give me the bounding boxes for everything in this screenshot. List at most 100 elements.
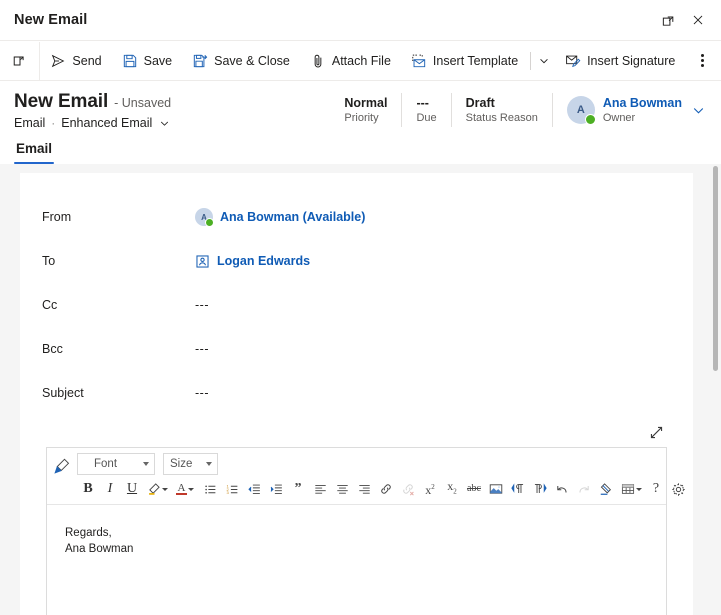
- cc-input[interactable]: ---: [195, 298, 671, 312]
- bold-icon: B: [83, 481, 93, 496]
- vertical-scrollbar[interactable]: [712, 164, 719, 615]
- format-painter-icon[interactable]: [53, 454, 71, 478]
- bold-button[interactable]: B: [77, 478, 99, 500]
- owner-name[interactable]: Ana Bowman: [603, 96, 682, 111]
- field-row-from: From A Ana Bowman (Available): [20, 195, 693, 239]
- subscript-button[interactable]: x2: [441, 478, 463, 500]
- italic-button[interactable]: I: [99, 478, 121, 500]
- tab-strip: Email: [0, 130, 721, 164]
- decrease-indent-button[interactable]: [243, 478, 265, 500]
- attach-file-label: Attach File: [331, 53, 391, 68]
- presence-available-icon: [205, 218, 214, 227]
- align-left-button[interactable]: [309, 478, 331, 500]
- contact-card-icon: [195, 254, 210, 269]
- paperclip-icon: [310, 53, 326, 69]
- increase-indent-icon: [270, 483, 283, 496]
- from-value[interactable]: A Ana Bowman (Available): [195, 208, 671, 227]
- window-title: New Email: [14, 12, 88, 28]
- record-header: New Email - Unsaved Email · Enhanced Ema…: [0, 81, 721, 130]
- close-icon[interactable]: [683, 6, 713, 34]
- scrollbar-thumb[interactable]: [713, 166, 718, 371]
- chevron-down-icon[interactable]: [533, 42, 555, 80]
- font-color-button[interactable]: A: [171, 478, 199, 500]
- blockquote-button[interactable]: ”: [287, 478, 309, 500]
- bcc-label: Bcc: [42, 342, 63, 356]
- owner-field[interactable]: A Ana Bowman Owner: [553, 96, 707, 125]
- send-icon: [50, 53, 66, 69]
- redo-button[interactable]: [573, 478, 595, 500]
- record-title-row: New Email - Unsaved: [14, 91, 171, 113]
- clear-formatting-button[interactable]: [595, 478, 617, 500]
- editor-expand-row: [20, 415, 693, 447]
- subject-input[interactable]: ---: [195, 386, 671, 400]
- strikethrough-button[interactable]: abc: [463, 478, 485, 500]
- link-icon: [379, 482, 393, 496]
- numbered-list-button[interactable]: 1 2 3: [221, 478, 243, 500]
- font-size-select[interactable]: Size: [163, 453, 218, 475]
- attach-file-button[interactable]: Attach File: [300, 42, 401, 80]
- highlight-color-button[interactable]: [143, 478, 171, 500]
- align-center-icon: [336, 483, 349, 496]
- form-canvas: From A Ana Bowman (Available) To Logan E…: [0, 164, 721, 615]
- from-label: From: [42, 210, 72, 224]
- help-icon: ?: [652, 481, 660, 496]
- align-center-button[interactable]: [331, 478, 353, 500]
- to-value[interactable]: Logan Edwards: [195, 254, 671, 269]
- bcc-input[interactable]: ---: [195, 342, 671, 356]
- bulleted-list-button[interactable]: [199, 478, 221, 500]
- unlink-icon: [401, 482, 415, 496]
- insert-image-button[interactable]: [485, 478, 507, 500]
- superscript-icon: x2: [425, 483, 435, 497]
- help-button[interactable]: ?: [645, 478, 667, 500]
- command-separator: [530, 51, 532, 70]
- table-icon: [621, 482, 635, 496]
- chevron-down-icon: [188, 487, 194, 491]
- email-body-input[interactable]: Regards, Ana Bowman: [47, 505, 666, 615]
- email-form-window: New Email Send Save Save & Close Attach …: [0, 0, 721, 615]
- insert-link-button[interactable]: [375, 478, 397, 500]
- ltr-direction-button[interactable]: [507, 478, 529, 500]
- editor-settings-button[interactable]: [667, 478, 689, 500]
- save-and-close-button[interactable]: Save & Close: [182, 42, 300, 80]
- tab-email[interactable]: Email: [14, 141, 55, 164]
- increase-indent-button[interactable]: [265, 478, 287, 500]
- new-window-icon[interactable]: [0, 41, 41, 80]
- insert-signature-icon: [565, 53, 581, 69]
- insert-template-button[interactable]: Insert Template: [401, 42, 528, 80]
- popout-icon[interactable]: [653, 6, 683, 34]
- insert-signature-button[interactable]: Insert Signature: [555, 42, 685, 80]
- breadcrumb-separator: ·: [51, 116, 56, 130]
- form-selector-label[interactable]: Enhanced Email: [61, 116, 152, 130]
- superscript-button[interactable]: x2: [419, 478, 441, 500]
- chevron-down-icon[interactable]: [159, 118, 170, 129]
- save-label: Save: [143, 53, 173, 68]
- font-family-select[interactable]: Font: [77, 453, 155, 475]
- right-to-left-icon: [533, 482, 547, 496]
- field-row-to: To Logan Edwards: [20, 239, 693, 283]
- toolbar-rows: Font Size B I U A 1 2 3 ” x2 x2 abc ?: [77, 453, 689, 500]
- owner-text: Ana Bowman Owner: [603, 96, 682, 125]
- editor-toolbar: Font Size B I U A 1 2 3 ” x2 x2 abc ?: [47, 448, 685, 505]
- toolbar-row-buttons: B I U A 1 2 3 ” x2 x2 abc ?: [77, 478, 689, 500]
- to-recipient-link[interactable]: Logan Edwards: [217, 254, 310, 268]
- more-commands-icon[interactable]: [689, 42, 715, 80]
- remove-link-button[interactable]: [397, 478, 419, 500]
- send-button[interactable]: Send: [40, 42, 111, 80]
- undo-icon: [555, 482, 569, 496]
- rtl-direction-button[interactable]: [529, 478, 551, 500]
- font-color-icon: A: [176, 482, 187, 495]
- save-button[interactable]: Save: [112, 42, 183, 80]
- insert-table-button[interactable]: [617, 478, 645, 500]
- body-line: Regards,: [65, 527, 112, 539]
- image-icon: [489, 482, 503, 496]
- undo-button[interactable]: [551, 478, 573, 500]
- page-title: New Email: [14, 91, 109, 112]
- expand-diagonal-icon[interactable]: [645, 421, 667, 443]
- align-right-button[interactable]: [353, 478, 375, 500]
- chevron-down-icon[interactable]: [692, 104, 705, 117]
- underline-icon: U: [126, 481, 138, 496]
- from-recipient-link[interactable]: Ana Bowman (Available): [220, 210, 365, 224]
- bulleted-list-icon: [204, 483, 217, 496]
- underline-button[interactable]: U: [121, 478, 143, 500]
- field-row-subject: Subject ---: [20, 371, 693, 415]
